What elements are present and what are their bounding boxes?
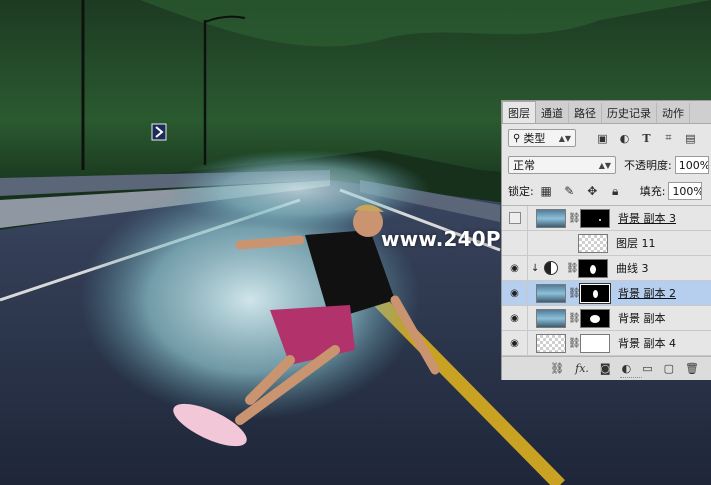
- new-layer-icon[interactable]: ▢: [664, 362, 674, 375]
- chain-link-icon[interactable]: ⛓︎: [568, 213, 581, 224]
- filter-kind-select[interactable]: ⚲ 类型 ▲▼: [508, 129, 576, 147]
- tab-paths[interactable]: 路径: [569, 103, 602, 123]
- tab-layers[interactable]: 图层: [502, 101, 536, 123]
- delete-layer-icon[interactable]: 🗑︎: [685, 362, 699, 375]
- visibility-toggle[interactable]: ◉: [502, 331, 528, 355]
- layer-row[interactable]: ◉ ⛓︎ 背景 副本: [502, 306, 711, 331]
- new-group-icon[interactable]: ▭: [642, 362, 652, 375]
- layer-name: 曲线 3: [616, 262, 649, 275]
- link-layers-icon[interactable]: ⛓︎: [550, 362, 564, 375]
- adjustment-filter-icon[interactable]: ◐: [618, 132, 631, 145]
- layers-panel: 图层 通道 路径 历史记录 动作 ⚲ 类型 ▲▼ ▣ ◐ T ⌗ ▤ 正常 ▲▼…: [501, 100, 711, 380]
- layer-row[interactable]: ◉ ⛓︎ 背景 副本 4: [502, 331, 711, 356]
- layer-mask-thumbnail[interactable]: [580, 308, 610, 328]
- curves-adjustment-icon: [544, 261, 558, 275]
- lock-label: 锁定:: [508, 185, 534, 198]
- lock-transparent-icon[interactable]: ▦: [540, 184, 553, 198]
- lock-all-icon[interactable]: 🔒︎: [609, 184, 622, 198]
- layer-row[interactable]: ◉ ↓ ⛓︎ 曲线 3: [502, 256, 711, 281]
- layer-row[interactable]: 图层 11: [502, 231, 711, 256]
- layer-name: 图层 11: [616, 237, 656, 250]
- layer-mask-thumbnail[interactable]: [578, 258, 608, 278]
- eye-icon: ◉: [510, 287, 519, 299]
- layer-thumbnail: [536, 283, 566, 303]
- water-wave: [170, 150, 430, 230]
- layer-thumbnail: [578, 233, 608, 253]
- blend-row: 正常 ▲▼ 不透明度: 100%: [502, 152, 711, 178]
- filter-row: ⚲ 类型 ▲▼ ▣ ◐ T ⌗ ▤: [502, 124, 711, 152]
- visibility-toggle[interactable]: [502, 206, 528, 230]
- layer-name: 背景 副本 4: [618, 337, 676, 350]
- layer-name: 背景 副本: [618, 312, 666, 325]
- layer-thumbnail: [536, 208, 566, 228]
- blend-mode-value: 正常: [513, 159, 535, 172]
- lock-paint-brush-icon[interactable]: ✎: [563, 184, 576, 198]
- layer-mask-thumbnail[interactable]: [580, 333, 610, 353]
- eye-icon: ◉: [510, 337, 519, 349]
- visibility-toggle[interactable]: ◉: [502, 281, 528, 305]
- fill-label: 填充:: [639, 185, 666, 198]
- blend-mode-select[interactable]: 正常 ▲▼: [508, 156, 616, 174]
- opacity-input[interactable]: 100%: [674, 156, 709, 174]
- fx-icon[interactable]: fx.: [575, 362, 589, 375]
- select-arrows-icon: ▲▼: [598, 160, 611, 170]
- smart-object-filter-icon[interactable]: ▤: [684, 132, 697, 145]
- eye-icon: ◉: [510, 312, 519, 324]
- surfer-arm: [235, 235, 305, 250]
- hidden-box-icon: [508, 212, 521, 224]
- filter-kind-label: 类型: [523, 132, 546, 145]
- tab-actions[interactable]: 动作: [657, 103, 690, 123]
- chain-link-icon[interactable]: ⛓︎: [568, 288, 581, 299]
- clipping-arrow-icon: ↓: [531, 262, 540, 274]
- chain-link-icon[interactable]: ⛓︎: [568, 338, 581, 349]
- shape-filter-icon[interactable]: ⌗: [662, 131, 675, 145]
- image-filter-icon[interactable]: ▣: [596, 132, 609, 145]
- eye-icon: ◉: [510, 262, 519, 274]
- layers-bottom-toolbar: ⛓︎ fx. ◙ ◐ ▭ ▢ 🗑︎: [502, 356, 711, 380]
- tab-history[interactable]: 历史记录: [602, 103, 657, 123]
- layer-mask-thumbnail[interactable]: [580, 208, 610, 228]
- visibility-toggle[interactable]: ◉: [502, 256, 528, 280]
- chain-link-icon[interactable]: ⛓︎: [566, 263, 579, 274]
- panel-resize-grip[interactable]: [620, 377, 642, 380]
- lock-position-icon[interactable]: ✥: [586, 184, 599, 198]
- visibility-toggle[interactable]: [502, 231, 528, 255]
- select-arrows-icon: ▲▼: [558, 133, 571, 143]
- layer-list: ⛓︎ 背景 副本 3 图层 11 ◉ ↓ ⛓︎ 曲线 3 ◉ ⛓︎ 背景 副本 …: [502, 205, 711, 357]
- fill-input[interactable]: 100%: [668, 182, 703, 200]
- layer-name: 背景 副本 3: [618, 212, 676, 225]
- new-adjustment-icon[interactable]: ◐: [622, 362, 632, 375]
- panel-tabs: 图层 通道 路径 历史记录 动作: [502, 101, 711, 124]
- layer-thumbnail: [536, 333, 566, 353]
- search-icon: ⚲: [513, 132, 521, 144]
- visibility-toggle[interactable]: ◉: [502, 306, 528, 330]
- lock-row: 锁定: ▦ ✎ ✥ 🔒︎ 填充: 100%: [502, 178, 711, 204]
- type-filter-icon[interactable]: T: [640, 132, 653, 145]
- layer-mask-thumbnail[interactable]: [579, 282, 611, 304]
- layer-row[interactable]: ◉ ⛓︎ 背景 副本 2: [502, 281, 711, 306]
- road-sign: [151, 123, 167, 141]
- opacity-label: 不透明度:: [624, 159, 672, 172]
- layer-name: 背景 副本 2: [618, 287, 676, 300]
- tab-channels[interactable]: 通道: [536, 103, 569, 123]
- layer-thumbnail: [536, 308, 566, 328]
- layer-row[interactable]: ⛓︎ 背景 副本 3: [502, 206, 711, 231]
- chain-link-icon[interactable]: ⛓︎: [568, 313, 581, 324]
- add-mask-icon[interactable]: ◙: [600, 362, 611, 375]
